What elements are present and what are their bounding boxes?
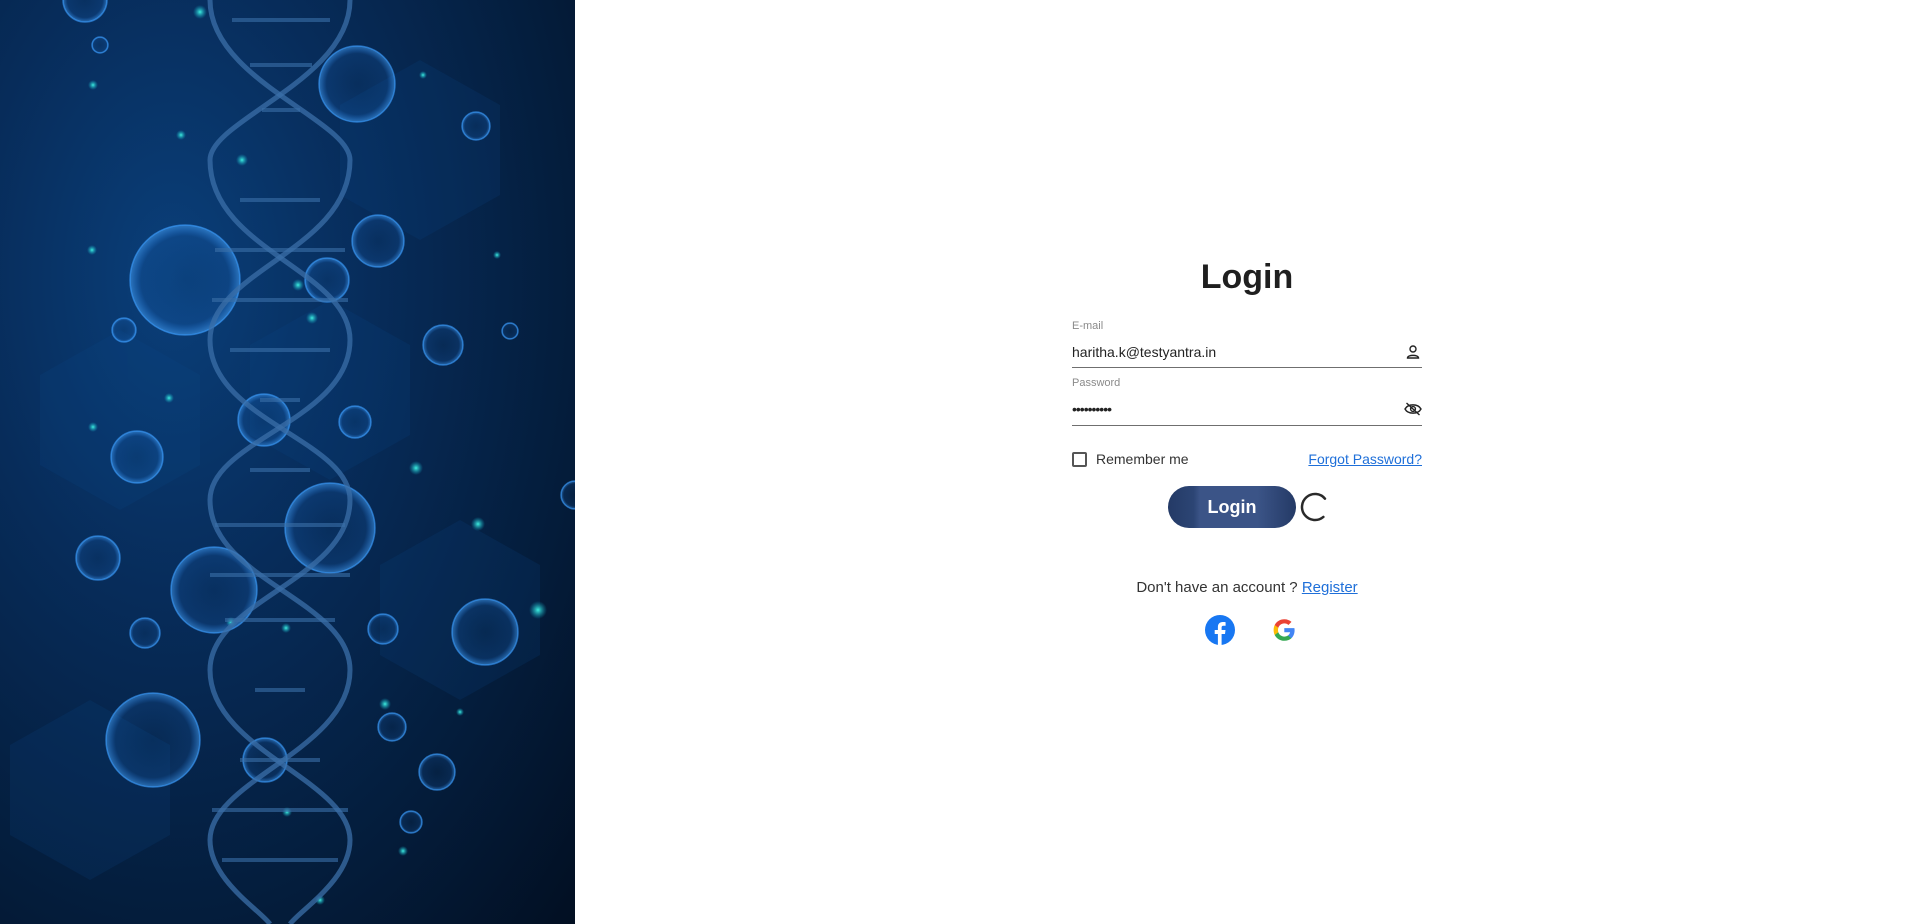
remember-me[interactable]: Remember me <box>1072 447 1189 471</box>
remember-label: Remember me <box>1096 451 1189 467</box>
remember-checkbox[interactable] <box>1072 451 1087 467</box>
register-prompt: Don't have an account ? <box>1136 579 1298 596</box>
eye-off-icon[interactable] <box>1404 400 1422 418</box>
password-label: Password <box>1072 377 1121 389</box>
register-row: Don't have an account ? Register <box>1072 578 1422 598</box>
email-field: E-mail <box>1072 319 1422 368</box>
facebook-icon[interactable] <box>1204 614 1236 646</box>
submit-area: Login <box>1072 486 1422 528</box>
dna-background-image <box>0 0 575 924</box>
password-field: Password <box>1072 376 1422 426</box>
login-form: Login E-mail Password <box>1072 255 1422 648</box>
forgot-password-link[interactable]: Forgot Password? <box>1308 447 1422 471</box>
email-row <box>1072 333 1422 368</box>
user-icon <box>1404 343 1422 361</box>
register-link[interactable]: Register <box>1302 579 1358 596</box>
email-input[interactable] <box>1072 341 1372 363</box>
loading-spinner-icon <box>1298 490 1332 524</box>
email-label: E-mail <box>1072 320 1104 332</box>
google-icon[interactable] <box>1268 614 1300 646</box>
login-button[interactable]: Login <box>1168 486 1296 528</box>
password-input[interactable] <box>1072 398 1372 420</box>
options-row: Remember me Forgot Password? <box>1072 447 1422 471</box>
login-title: Login <box>1200 258 1294 296</box>
login-page: Login E-mail Password <box>0 0 1920 924</box>
social-login <box>1072 614 1422 648</box>
password-row <box>1072 390 1422 426</box>
